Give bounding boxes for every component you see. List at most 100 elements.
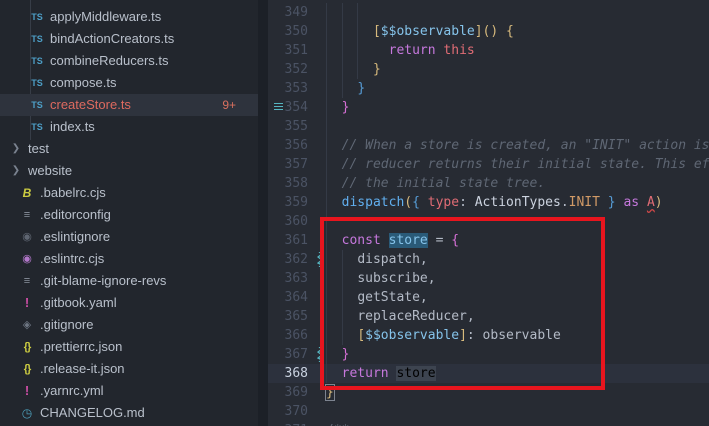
circle-dim-icon: ◉ <box>22 231 32 243</box>
line-number[interactable]: 356 <box>268 136 308 155</box>
code-token: } <box>341 347 350 362</box>
code-line[interactable]: 350 [$$observable]() { <box>268 22 709 41</box>
line-number[interactable]: 349 <box>268 3 308 22</box>
code-token: INIT <box>568 195 600 210</box>
code-line[interactable]: 354 } <box>268 98 709 117</box>
code-text: } <box>326 345 350 364</box>
line-number[interactable]: 357 <box>268 155 308 174</box>
code-token: } <box>325 384 335 401</box>
file-item[interactable]: TS applyMiddleware.ts <box>0 6 258 28</box>
code-line[interactable]: 368 return store <box>268 364 709 383</box>
file-item[interactable]: ≡ .editorconfig <box>0 204 258 226</box>
code-line[interactable]: 351 return this <box>268 41 709 60</box>
file-item[interactable]: TS bindActionCreators.ts <box>0 28 258 50</box>
code-token: $$observable <box>365 328 460 343</box>
line-number[interactable]: 364 <box>268 288 308 307</box>
code-line[interactable]: 355 <box>268 117 709 136</box>
file-label: .prettierrc.json <box>40 339 123 354</box>
file-label: .eslintrc.cjs <box>40 251 105 266</box>
code-line[interactable]: 366 [$$observable]: observable <box>268 326 709 345</box>
code-line[interactable]: 370 <box>268 402 709 421</box>
file-item[interactable]: TS combineReducers.ts <box>0 50 258 72</box>
line-number[interactable]: 363 <box>268 269 308 288</box>
code-line[interactable]: 367 } <box>268 345 709 364</box>
file-item[interactable]: ≡ .git-blame-ignore-revs <box>0 270 258 292</box>
line-number[interactable]: 352 <box>268 60 308 79</box>
line-number[interactable]: 367 <box>268 345 308 364</box>
line-number[interactable]: 353 <box>268 79 308 98</box>
code-line[interactable]: 359 dispatch({ type: ActionTypes.INIT } … <box>268 193 709 212</box>
code-text: return store <box>326 364 436 383</box>
line-number[interactable]: 350 <box>268 22 308 41</box>
file-label: .gitbook.yaml <box>40 295 117 310</box>
code-text: } <box>325 383 335 402</box>
bang-icon: ! <box>24 383 30 398</box>
code-token: } <box>357 81 366 96</box>
code-line[interactable]: 358 // the initial state tree. <box>268 174 709 193</box>
line-number[interactable]: 351 <box>268 41 308 60</box>
file-item[interactable]: {} .release-it.json <box>0 358 258 380</box>
code-token: { <box>412 195 420 210</box>
code-line[interactable]: 371 /** <box>268 421 709 426</box>
code-line[interactable]: 364 getState, <box>268 288 709 307</box>
line-number[interactable]: 360 <box>268 212 308 231</box>
folder-item[interactable]: ❯ website <box>0 160 258 182</box>
line-number[interactable]: 358 <box>268 174 308 193</box>
code-line[interactable]: 349 <box>268 3 709 22</box>
code-line[interactable]: 369} <box>268 383 709 402</box>
indent-guide <box>342 3 343 22</box>
line-number[interactable]: 366 <box>268 326 308 345</box>
line-number[interactable]: 368 <box>268 364 308 383</box>
sidebar-editor-divider[interactable] <box>258 0 268 426</box>
babel-icon: B <box>22 186 32 200</box>
code-editor[interactable]: 349 350 [$$observable]() {351 return this… <box>268 0 709 426</box>
line-number[interactable]: 371 <box>268 421 308 426</box>
line-number[interactable]: 355 <box>268 117 308 136</box>
code-text: [$$observable]: observable <box>326 326 561 345</box>
file-item[interactable]: TS compose.ts <box>0 72 258 94</box>
folder-item[interactable]: ❯ test <box>0 138 258 160</box>
file-item[interactable]: B .babelrc.cjs <box>0 182 258 204</box>
code-line[interactable]: 353 } <box>268 79 709 98</box>
line-number[interactable]: 365 <box>268 307 308 326</box>
code-line[interactable]: 360 <box>268 212 709 231</box>
braces-icon: {} <box>23 341 32 353</box>
file-item[interactable]: ! .gitbook.yaml <box>0 292 258 314</box>
line-number[interactable]: 362 <box>268 250 308 269</box>
file-item[interactable]: TS createStore.ts 9+ <box>0 94 258 116</box>
indent-guide <box>326 212 327 231</box>
code-token: // the initial state tree. <box>341 176 546 191</box>
lines-icon: ≡ <box>23 275 31 287</box>
line-number[interactable]: 361 <box>268 231 308 250</box>
code-text: const store = { <box>326 231 459 250</box>
file-item[interactable]: ◷ CHANGELOG.md <box>0 402 258 424</box>
file-item[interactable]: ◉ .eslintrc.cjs <box>0 248 258 270</box>
chevron-icon: ❯ <box>11 143 21 154</box>
code-line[interactable]: 363 subscribe, <box>268 269 709 288</box>
line-number[interactable]: 369 <box>268 383 308 402</box>
file-label: combineReducers.ts <box>50 53 169 68</box>
code-line[interactable]: 356 // When a store is created, an "INIT… <box>268 136 709 155</box>
code-text: dispatch({ type: ActionTypes.INIT } as A… <box>326 193 663 212</box>
code-line[interactable]: 362 dispatch, <box>268 250 709 269</box>
code-line[interactable]: 357 // reducer returns their initial sta… <box>268 155 709 174</box>
file-item[interactable]: TS index.ts <box>0 116 258 138</box>
code-line[interactable]: 361 const store = { <box>268 231 709 250</box>
file-item[interactable]: ◉ .eslintignore <box>0 226 258 248</box>
line-number[interactable]: 370 <box>268 402 308 421</box>
file-label: .yarnrc.yml <box>40 383 104 398</box>
file-label: index.ts <box>50 119 95 134</box>
file-item[interactable]: ! .yarnrc.yml <box>0 380 258 402</box>
line-number[interactable]: 359 <box>268 193 308 212</box>
code-line[interactable]: 365 replaceReducer, <box>268 307 709 326</box>
file-item[interactable]: ◈ .gitignore <box>0 314 258 336</box>
file-item[interactable]: {} .prettierrc.json <box>0 336 258 358</box>
code-line[interactable]: 352 } <box>268 60 709 79</box>
